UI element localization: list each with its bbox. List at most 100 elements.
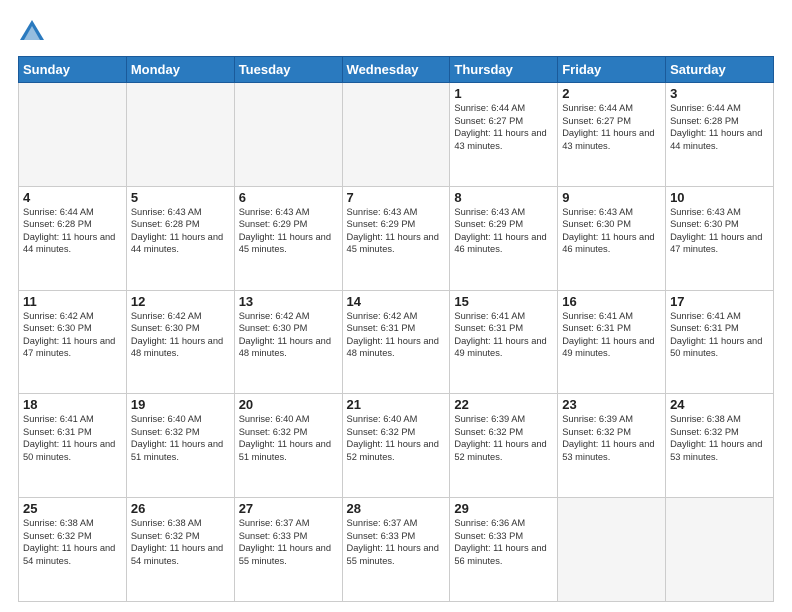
calendar-cell: 20Sunrise: 6:40 AM Sunset: 6:32 PM Dayli… — [234, 394, 342, 498]
calendar-cell: 25Sunrise: 6:38 AM Sunset: 6:32 PM Dayli… — [19, 498, 127, 602]
calendar-cell: 26Sunrise: 6:38 AM Sunset: 6:32 PM Dayli… — [126, 498, 234, 602]
day-number: 16 — [562, 294, 661, 309]
calendar-cell — [19, 83, 127, 187]
day-number: 28 — [347, 501, 446, 516]
weekday-header-thursday: Thursday — [450, 57, 558, 83]
day-info: Sunrise: 6:37 AM Sunset: 6:33 PM Dayligh… — [347, 517, 446, 567]
day-number: 17 — [670, 294, 769, 309]
calendar-cell — [666, 498, 774, 602]
day-info: Sunrise: 6:42 AM Sunset: 6:30 PM Dayligh… — [131, 310, 230, 360]
day-info: Sunrise: 6:41 AM Sunset: 6:31 PM Dayligh… — [670, 310, 769, 360]
day-number: 9 — [562, 190, 661, 205]
calendar-cell: 21Sunrise: 6:40 AM Sunset: 6:32 PM Dayli… — [342, 394, 450, 498]
day-number: 27 — [239, 501, 338, 516]
calendar-week-3: 18Sunrise: 6:41 AM Sunset: 6:31 PM Dayli… — [19, 394, 774, 498]
calendar-cell — [342, 83, 450, 187]
calendar-cell: 11Sunrise: 6:42 AM Sunset: 6:30 PM Dayli… — [19, 290, 127, 394]
calendar-week-0: 1Sunrise: 6:44 AM Sunset: 6:27 PM Daylig… — [19, 83, 774, 187]
weekday-header-saturday: Saturday — [666, 57, 774, 83]
day-info: Sunrise: 6:40 AM Sunset: 6:32 PM Dayligh… — [347, 413, 446, 463]
day-info: Sunrise: 6:41 AM Sunset: 6:31 PM Dayligh… — [454, 310, 553, 360]
day-info: Sunrise: 6:43 AM Sunset: 6:29 PM Dayligh… — [454, 206, 553, 256]
day-number: 13 — [239, 294, 338, 309]
day-info: Sunrise: 6:42 AM Sunset: 6:30 PM Dayligh… — [23, 310, 122, 360]
day-number: 6 — [239, 190, 338, 205]
calendar-cell: 4Sunrise: 6:44 AM Sunset: 6:28 PM Daylig… — [19, 186, 127, 290]
weekday-header-monday: Monday — [126, 57, 234, 83]
day-number: 1 — [454, 86, 553, 101]
day-number: 2 — [562, 86, 661, 101]
calendar-cell: 9Sunrise: 6:43 AM Sunset: 6:30 PM Daylig… — [558, 186, 666, 290]
calendar-cell: 3Sunrise: 6:44 AM Sunset: 6:28 PM Daylig… — [666, 83, 774, 187]
day-info: Sunrise: 6:43 AM Sunset: 6:29 PM Dayligh… — [347, 206, 446, 256]
day-info: Sunrise: 6:38 AM Sunset: 6:32 PM Dayligh… — [23, 517, 122, 567]
calendar-header-row: SundayMondayTuesdayWednesdayThursdayFrid… — [19, 57, 774, 83]
logo-icon — [18, 18, 46, 46]
weekday-header-tuesday: Tuesday — [234, 57, 342, 83]
day-number: 4 — [23, 190, 122, 205]
day-info: Sunrise: 6:39 AM Sunset: 6:32 PM Dayligh… — [562, 413, 661, 463]
calendar-cell: 23Sunrise: 6:39 AM Sunset: 6:32 PM Dayli… — [558, 394, 666, 498]
calendar-cell: 6Sunrise: 6:43 AM Sunset: 6:29 PM Daylig… — [234, 186, 342, 290]
day-number: 15 — [454, 294, 553, 309]
day-info: Sunrise: 6:38 AM Sunset: 6:32 PM Dayligh… — [670, 413, 769, 463]
day-info: Sunrise: 6:43 AM Sunset: 6:29 PM Dayligh… — [239, 206, 338, 256]
calendar-cell: 19Sunrise: 6:40 AM Sunset: 6:32 PM Dayli… — [126, 394, 234, 498]
day-info: Sunrise: 6:39 AM Sunset: 6:32 PM Dayligh… — [454, 413, 553, 463]
day-number: 21 — [347, 397, 446, 412]
logo — [18, 18, 50, 46]
day-number: 24 — [670, 397, 769, 412]
day-info: Sunrise: 6:43 AM Sunset: 6:28 PM Dayligh… — [131, 206, 230, 256]
day-info: Sunrise: 6:41 AM Sunset: 6:31 PM Dayligh… — [23, 413, 122, 463]
calendar-cell: 8Sunrise: 6:43 AM Sunset: 6:29 PM Daylig… — [450, 186, 558, 290]
day-info: Sunrise: 6:44 AM Sunset: 6:28 PM Dayligh… — [23, 206, 122, 256]
calendar-cell: 2Sunrise: 6:44 AM Sunset: 6:27 PM Daylig… — [558, 83, 666, 187]
calendar-cell: 17Sunrise: 6:41 AM Sunset: 6:31 PM Dayli… — [666, 290, 774, 394]
calendar-cell: 1Sunrise: 6:44 AM Sunset: 6:27 PM Daylig… — [450, 83, 558, 187]
day-info: Sunrise: 6:38 AM Sunset: 6:32 PM Dayligh… — [131, 517, 230, 567]
day-number: 23 — [562, 397, 661, 412]
calendar-cell: 24Sunrise: 6:38 AM Sunset: 6:32 PM Dayli… — [666, 394, 774, 498]
page-header — [18, 18, 774, 46]
day-number: 18 — [23, 397, 122, 412]
day-info: Sunrise: 6:44 AM Sunset: 6:28 PM Dayligh… — [670, 102, 769, 152]
day-number: 8 — [454, 190, 553, 205]
weekday-header-friday: Friday — [558, 57, 666, 83]
calendar-week-1: 4Sunrise: 6:44 AM Sunset: 6:28 PM Daylig… — [19, 186, 774, 290]
calendar-cell: 12Sunrise: 6:42 AM Sunset: 6:30 PM Dayli… — [126, 290, 234, 394]
calendar-cell: 15Sunrise: 6:41 AM Sunset: 6:31 PM Dayli… — [450, 290, 558, 394]
day-number: 7 — [347, 190, 446, 205]
calendar-cell: 29Sunrise: 6:36 AM Sunset: 6:33 PM Dayli… — [450, 498, 558, 602]
weekday-header-sunday: Sunday — [19, 57, 127, 83]
day-info: Sunrise: 6:40 AM Sunset: 6:32 PM Dayligh… — [131, 413, 230, 463]
day-info: Sunrise: 6:44 AM Sunset: 6:27 PM Dayligh… — [454, 102, 553, 152]
calendar-cell: 7Sunrise: 6:43 AM Sunset: 6:29 PM Daylig… — [342, 186, 450, 290]
day-info: Sunrise: 6:42 AM Sunset: 6:30 PM Dayligh… — [239, 310, 338, 360]
calendar-cell: 16Sunrise: 6:41 AM Sunset: 6:31 PM Dayli… — [558, 290, 666, 394]
calendar-cell: 22Sunrise: 6:39 AM Sunset: 6:32 PM Dayli… — [450, 394, 558, 498]
day-number: 14 — [347, 294, 446, 309]
day-number: 29 — [454, 501, 553, 516]
day-number: 19 — [131, 397, 230, 412]
weekday-header-wednesday: Wednesday — [342, 57, 450, 83]
day-info: Sunrise: 6:42 AM Sunset: 6:31 PM Dayligh… — [347, 310, 446, 360]
day-number: 3 — [670, 86, 769, 101]
day-number: 10 — [670, 190, 769, 205]
day-number: 11 — [23, 294, 122, 309]
day-info: Sunrise: 6:44 AM Sunset: 6:27 PM Dayligh… — [562, 102, 661, 152]
day-info: Sunrise: 6:40 AM Sunset: 6:32 PM Dayligh… — [239, 413, 338, 463]
calendar-cell — [234, 83, 342, 187]
day-info: Sunrise: 6:36 AM Sunset: 6:33 PM Dayligh… — [454, 517, 553, 567]
day-number: 26 — [131, 501, 230, 516]
calendar-cell — [558, 498, 666, 602]
calendar-week-2: 11Sunrise: 6:42 AM Sunset: 6:30 PM Dayli… — [19, 290, 774, 394]
day-number: 5 — [131, 190, 230, 205]
calendar-cell: 14Sunrise: 6:42 AM Sunset: 6:31 PM Dayli… — [342, 290, 450, 394]
calendar-cell: 28Sunrise: 6:37 AM Sunset: 6:33 PM Dayli… — [342, 498, 450, 602]
calendar-cell: 27Sunrise: 6:37 AM Sunset: 6:33 PM Dayli… — [234, 498, 342, 602]
calendar-week-4: 25Sunrise: 6:38 AM Sunset: 6:32 PM Dayli… — [19, 498, 774, 602]
day-info: Sunrise: 6:37 AM Sunset: 6:33 PM Dayligh… — [239, 517, 338, 567]
day-info: Sunrise: 6:43 AM Sunset: 6:30 PM Dayligh… — [562, 206, 661, 256]
day-number: 25 — [23, 501, 122, 516]
calendar-cell: 10Sunrise: 6:43 AM Sunset: 6:30 PM Dayli… — [666, 186, 774, 290]
